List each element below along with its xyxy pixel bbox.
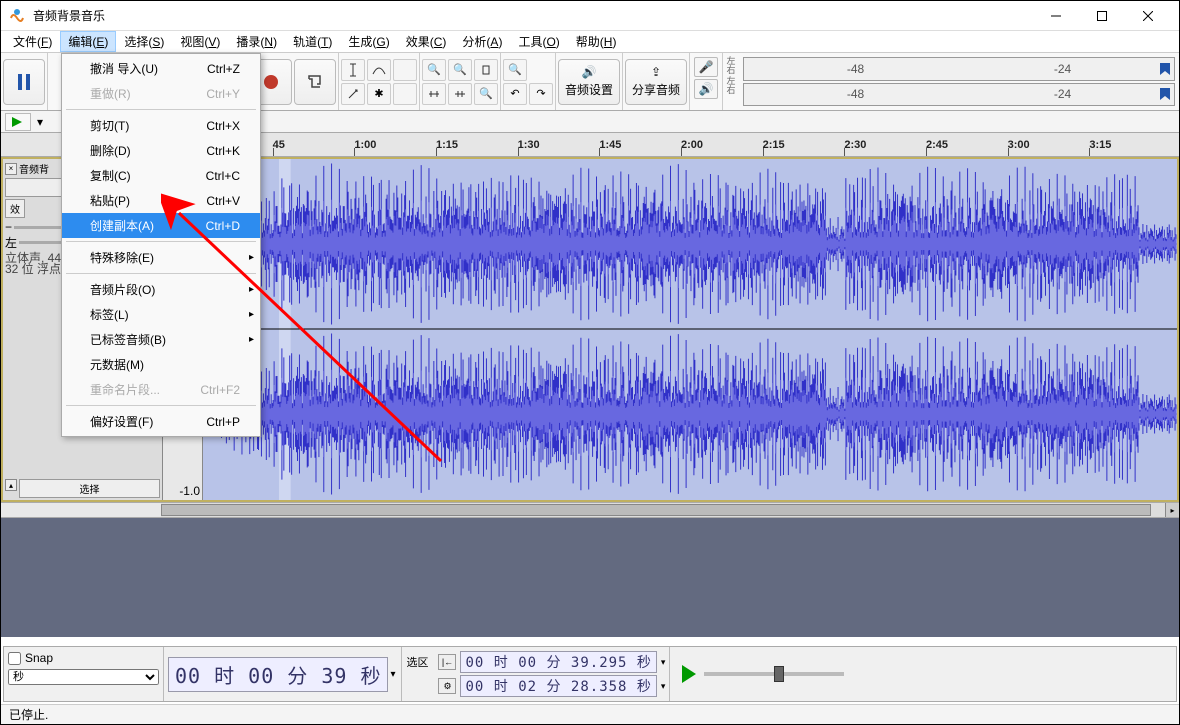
fit-selection-button[interactable]: [474, 59, 498, 81]
menu-item[interactable]: 粘贴(P)Ctrl+V: [62, 188, 260, 213]
menu-item[interactable]: 删除(D)Ctrl+K: [62, 138, 260, 163]
track-close-button[interactable]: ×: [5, 163, 17, 175]
menu-item[interactable]: 元数据(M): [62, 352, 260, 377]
menu-item[interactable]: 音频片段(O): [62, 277, 260, 302]
snap-unit-select[interactable]: 秒: [8, 669, 159, 685]
zoom-tools-grid: 🔍 🔍 🔍: [422, 59, 498, 105]
selection-label: 选区: [406, 654, 434, 670]
selection-start-display[interactable]: 00 时 00 分 39.295 秒: [460, 651, 656, 673]
menu-t[interactable]: 轨道(T): [285, 31, 340, 52]
ruler-tick: 3:15: [1089, 133, 1111, 156]
menu-v[interactable]: 视图(V): [172, 31, 228, 52]
loop-button[interactable]: [294, 59, 336, 105]
envelope-tool[interactable]: [367, 59, 391, 81]
menu-item[interactable]: 复制(C)Ctrl+C: [62, 163, 260, 188]
ruler-tick: 3:00: [1008, 133, 1030, 156]
menu-item[interactable]: 剪切(T)Ctrl+X: [62, 113, 260, 138]
share-audio-button[interactable]: ⇪ 分享音频: [625, 59, 687, 105]
title-bar: 音频背景音乐: [1, 1, 1179, 31]
multi-tool[interactable]: ✱: [367, 83, 391, 105]
ruler-tick: 2:45: [926, 133, 948, 156]
waveform-display[interactable]: [203, 159, 1177, 500]
selection-panel: 选区 |← 00 时 00 分 39.295 秒 ▾ ⚙ 00 时 02 分 2…: [402, 647, 670, 701]
meter-label-play: 左右: [725, 77, 737, 95]
trim-button[interactable]: [422, 83, 446, 105]
menu-c[interactable]: 效果(C): [398, 31, 455, 52]
menu-item: 重命名片段...Ctrl+F2: [62, 377, 260, 402]
recording-meter[interactable]: -48 -24: [743, 57, 1175, 81]
snap-checkbox[interactable]: [8, 652, 21, 665]
horizontal-scrollbar[interactable]: ▸: [1, 502, 1179, 518]
play-at-speed-button-2[interactable]: [682, 665, 696, 683]
collapse-button[interactable]: ▴: [5, 479, 17, 491]
menu-item[interactable]: 撤消 导入(U)Ctrl+Z: [62, 56, 260, 81]
zoom-in-button[interactable]: 🔍: [422, 59, 446, 81]
window-title: 音频背景音乐: [33, 7, 1033, 24]
edit-menu-dropdown: 撤消 导入(U)Ctrl+Z重做(R)Ctrl+Y 剪切(T)Ctrl+X删除(D…: [61, 53, 261, 437]
effects-button[interactable]: 效: [5, 199, 25, 218]
ruler-tick: 2:15: [763, 133, 785, 156]
play-meter-speaker-icon[interactable]: 🔊: [694, 79, 718, 99]
main-time-display[interactable]: 00 时 00 分 39 秒: [168, 657, 388, 692]
draw-tool[interactable]: [341, 83, 365, 105]
speaker-icon: 🔊: [582, 65, 597, 79]
silence-button[interactable]: [448, 83, 472, 105]
redo-button[interactable]: ↷: [529, 83, 553, 105]
close-button[interactable]: [1125, 1, 1171, 31]
ruler-tick: 1:15: [436, 133, 458, 156]
menu-item[interactable]: 创建副本(A)Ctrl+D: [62, 213, 260, 238]
app-icon: [9, 8, 25, 24]
undo-button[interactable]: ↶: [503, 83, 527, 105]
share-icon: ⇪: [651, 65, 661, 79]
bottom-toolbar: Snap 秒 00 时 00 分 39 秒 ▾ 选区 |← 00 时 00 分 …: [3, 646, 1177, 702]
unknown-tool-2[interactable]: [393, 83, 417, 105]
selection-tool[interactable]: [341, 59, 365, 81]
ruler-tick: 2:00: [681, 133, 703, 156]
snap-panel: Snap 秒: [4, 647, 164, 701]
pause-button[interactable]: [3, 59, 45, 105]
menu-item[interactable]: 偏好设置(F)Ctrl+P: [62, 409, 260, 434]
menu-item: 重做(R)Ctrl+Y: [62, 81, 260, 106]
playback-meter[interactable]: -48 -24: [743, 83, 1175, 107]
edit-tools-grid: ✱: [341, 59, 417, 105]
ruler-tick: 2:30: [844, 133, 866, 156]
status-bar: 已停止.: [1, 704, 1179, 724]
selection-start-icon[interactable]: |←: [438, 654, 456, 670]
fit-project-button[interactable]: 🔍: [503, 59, 527, 81]
playback-speed-slider[interactable]: [704, 672, 844, 676]
play-at-speed-button[interactable]: [5, 113, 31, 131]
ruler-tick: 45: [273, 133, 285, 156]
menu-item[interactable]: 已标签音频(B): [62, 327, 260, 352]
menu-h[interactable]: 帮助(H): [568, 31, 625, 52]
menu-item[interactable]: 标签(L): [62, 302, 260, 327]
snap-checkbox-label[interactable]: Snap: [8, 651, 159, 665]
menu-g[interactable]: 生成(G): [340, 31, 397, 52]
menu-e[interactable]: 编辑(E): [60, 31, 116, 52]
menu-item[interactable]: 特殊移除(E): [62, 245, 260, 270]
zoom-out-button[interactable]: 🔍: [448, 59, 472, 81]
menu-a[interactable]: 分析(A): [454, 31, 510, 52]
selection-settings-icon[interactable]: ⚙: [438, 678, 456, 694]
menu-s[interactable]: 选择(S): [116, 31, 172, 52]
ruler-tick: 1:45: [599, 133, 621, 156]
select-button[interactable]: 选择: [19, 479, 160, 498]
track-name: 音频背: [19, 161, 49, 176]
record-meter-mic-icon[interactable]: 🎤: [694, 57, 718, 77]
selection-end-display[interactable]: 00 时 02 分 28.358 秒: [460, 675, 656, 697]
status-text: 已停止.: [9, 706, 48, 723]
minimize-button[interactable]: [1033, 1, 1079, 31]
maximize-button[interactable]: [1079, 1, 1125, 31]
unknown-tool[interactable]: [393, 59, 417, 81]
menu-o[interactable]: 工具(O): [510, 31, 567, 52]
play-at-speed-panel: [670, 647, 856, 701]
meter-label-rec: 左右: [725, 57, 737, 75]
ruler-tick: 1:30: [518, 133, 540, 156]
menu-n[interactable]: 播录(N): [228, 31, 285, 52]
ruler-tick: 1:00: [354, 133, 376, 156]
menu-bar: 文件(F)编辑(E)选择(S)视图(V)播录(N)轨道(T)生成(G)效果(C)…: [1, 31, 1179, 53]
audio-settings-button[interactable]: 🔊 音频设置: [558, 59, 620, 105]
zoom-toggle-button[interactable]: 🔍: [474, 83, 498, 105]
menu-f[interactable]: 文件(F): [5, 31, 60, 52]
